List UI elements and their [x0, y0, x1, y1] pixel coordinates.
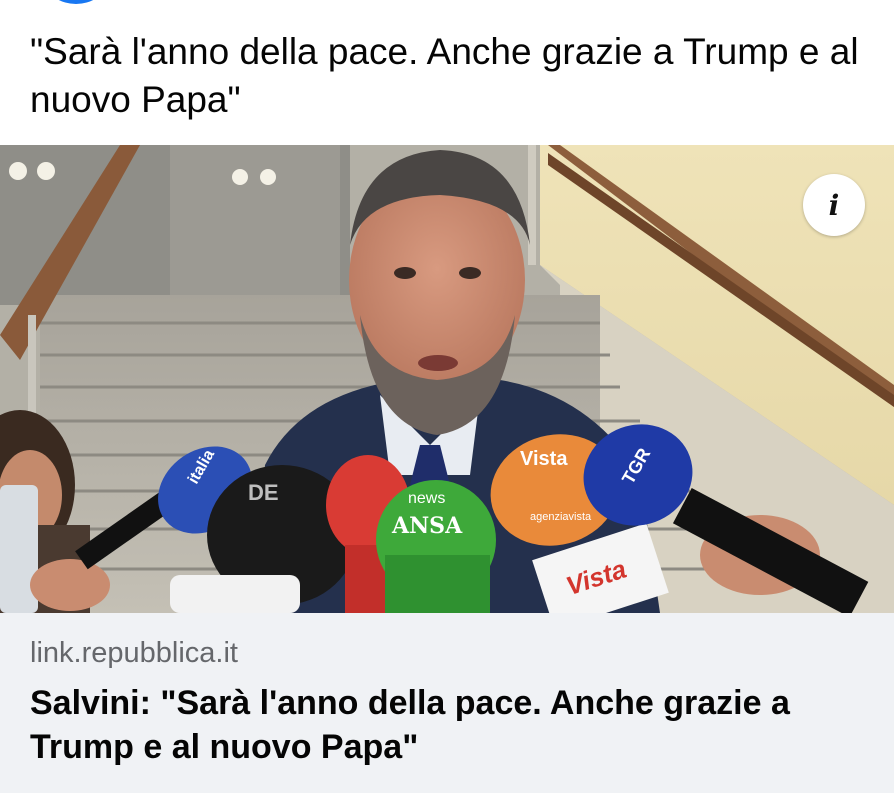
photo-illustration: italia DE news ANSA Vista agenziavista V… [0, 145, 894, 613]
link-title[interactable]: Salvini: "Sarà l'anno della pace. Anche … [30, 681, 860, 769]
avatar[interactable] [48, 0, 104, 4]
mic-label-agenzia: agenziavista [530, 511, 592, 523]
mic-label-vista-top: Vista [520, 448, 568, 470]
mic-label-de: DE [248, 480, 279, 505]
microphone-ansa: news ANSA [376, 480, 496, 613]
info-icon: i [828, 188, 840, 222]
link-domain: link.repubblica.it [30, 637, 238, 669]
feed-post: "Sarà l'anno della pace. Anche grazie a … [0, 0, 894, 800]
mic-label-news: news [408, 490, 445, 507]
divider [0, 793, 894, 800]
link-card[interactable]: link.repubblica.it Salvini: "Sarà l'anno… [0, 613, 894, 793]
mic-label-ansa: ANSA [391, 513, 463, 539]
link-preview-image[interactable]: italia DE news ANSA Vista agenziavista V… [0, 145, 894, 613]
post-text: "Sarà l'anno della pace. Anche grazie a … [30, 31, 859, 120]
info-button[interactable]: i [803, 174, 865, 236]
